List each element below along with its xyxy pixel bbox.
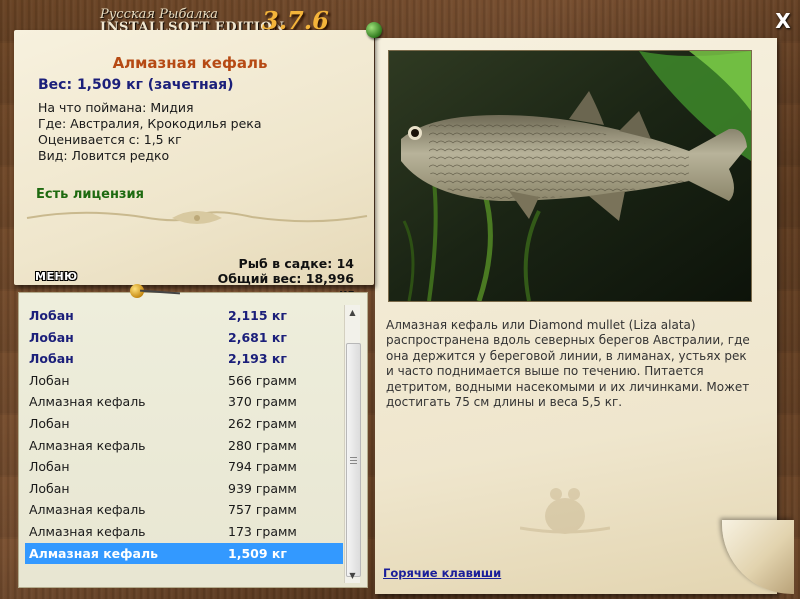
watermark-emblem	[520, 488, 610, 534]
fish-weight: Вес: 1,509 кг (зачетная)	[38, 77, 234, 93]
list-item-weight: 2,681 кг	[228, 329, 287, 345]
list-item[interactable]: Алмазная кефаль 280 грамм	[25, 435, 343, 457]
list-item-name: Лобан	[29, 329, 74, 345]
list-item-weight: 173 грамм	[228, 523, 297, 539]
pushpin-icon	[366, 22, 382, 38]
flourish-ornament	[26, 211, 368, 224]
grip-icon	[350, 456, 357, 464]
cage-count: Рыб в садке: 14	[238, 256, 354, 271]
list-item-name: Алмазная кефаль	[29, 502, 146, 518]
list-item-name: Лобан	[29, 459, 70, 475]
list-item-name: Лобан	[29, 480, 70, 496]
menu-button[interactable]: МЕНЮ	[35, 270, 78, 283]
list-item-name: Лобан	[29, 415, 70, 431]
list-item[interactable]: Лобан 2,193 кг	[25, 348, 343, 370]
scroll-thumb[interactable]	[346, 343, 361, 577]
fish-valued: Оценивается с: 1,5 кг	[38, 132, 182, 147]
fish-bait: На что поймана: Мидия	[38, 100, 194, 115]
list-item-name: Алмазная кефаль	[29, 545, 159, 561]
list-item-weight: 1,509 кг	[228, 545, 287, 561]
scroll-up-icon[interactable]: ▲	[345, 305, 360, 320]
fish-description: Алмазная кефаль или Diamond mullet (Liza…	[386, 318, 750, 410]
list-item[interactable]: Лобан 2,681 кг	[25, 327, 343, 349]
list-item-weight: 757 грамм	[228, 502, 297, 518]
list-item[interactable]: Алмазная кефаль 370 грамм	[25, 391, 343, 413]
list-item-name: Алмазная кефаль	[29, 437, 146, 453]
license-status: Есть лицензия	[36, 187, 144, 202]
fish-title: Алмазная кефаль	[112, 54, 268, 72]
catch-list: Лобан 2,115 кг Лобан 2,681 кг Лобан 2,193 кг Л…	[25, 305, 343, 565]
list-item-weight: 566 грамм	[228, 372, 297, 388]
mullet-illustration	[389, 51, 751, 301]
list-item-name: Лобан	[29, 308, 74, 323]
list-item[interactable]: Лобан 939 грамм	[25, 478, 343, 500]
list-item-weight: 2,115 кг	[228, 308, 287, 323]
list-item-weight: 2,193 кг	[228, 351, 287, 367]
list-item[interactable]: Алмазная кефаль 173 грамм	[25, 521, 343, 543]
catch-list-panel: Лобан 2,115 кг Лобан 2,681 кг Лобан 2,193 кг Л…	[18, 292, 368, 588]
list-item[interactable]: Лобан 794 грамм	[25, 456, 343, 478]
list-item-name: Лобан	[29, 372, 70, 388]
fish-location: Где: Австралия, Крокодилья река	[38, 116, 262, 131]
list-item[interactable]: Алмазная кефаль 757 грамм	[25, 499, 343, 521]
hotkeys-link[interactable]: Горячие клавиши	[383, 566, 501, 580]
list-item-weight: 939 грамм	[228, 480, 297, 496]
list-item-name: Алмазная кефаль	[29, 523, 146, 539]
list-item-weight: 794 грамм	[228, 459, 297, 475]
list-item-weight: 262 грамм	[228, 415, 297, 431]
list-item-name: Лобан	[29, 351, 74, 367]
list-scrollbar[interactable]: ▲ ▼	[344, 305, 361, 583]
list-item[interactable]: Лобан 262 грамм	[25, 413, 343, 435]
fish-photo	[388, 50, 752, 302]
list-item-weight: 370 грамм	[228, 394, 297, 410]
list-item[interactable]: Лобан 566 грамм	[25, 370, 343, 392]
list-item-name: Алмазная кефаль	[29, 394, 146, 410]
fish-kind: Вид: Ловится редко	[38, 148, 170, 163]
scroll-down-icon[interactable]: ▼	[345, 568, 360, 583]
list-item[interactable]: Алмазная кефаль 1,509 кг	[25, 542, 343, 565]
list-item-weight: 280 грамм	[228, 437, 297, 453]
close-icon[interactable]: X	[772, 10, 794, 32]
list-item[interactable]: Лобан 2,115 кг	[25, 305, 343, 327]
